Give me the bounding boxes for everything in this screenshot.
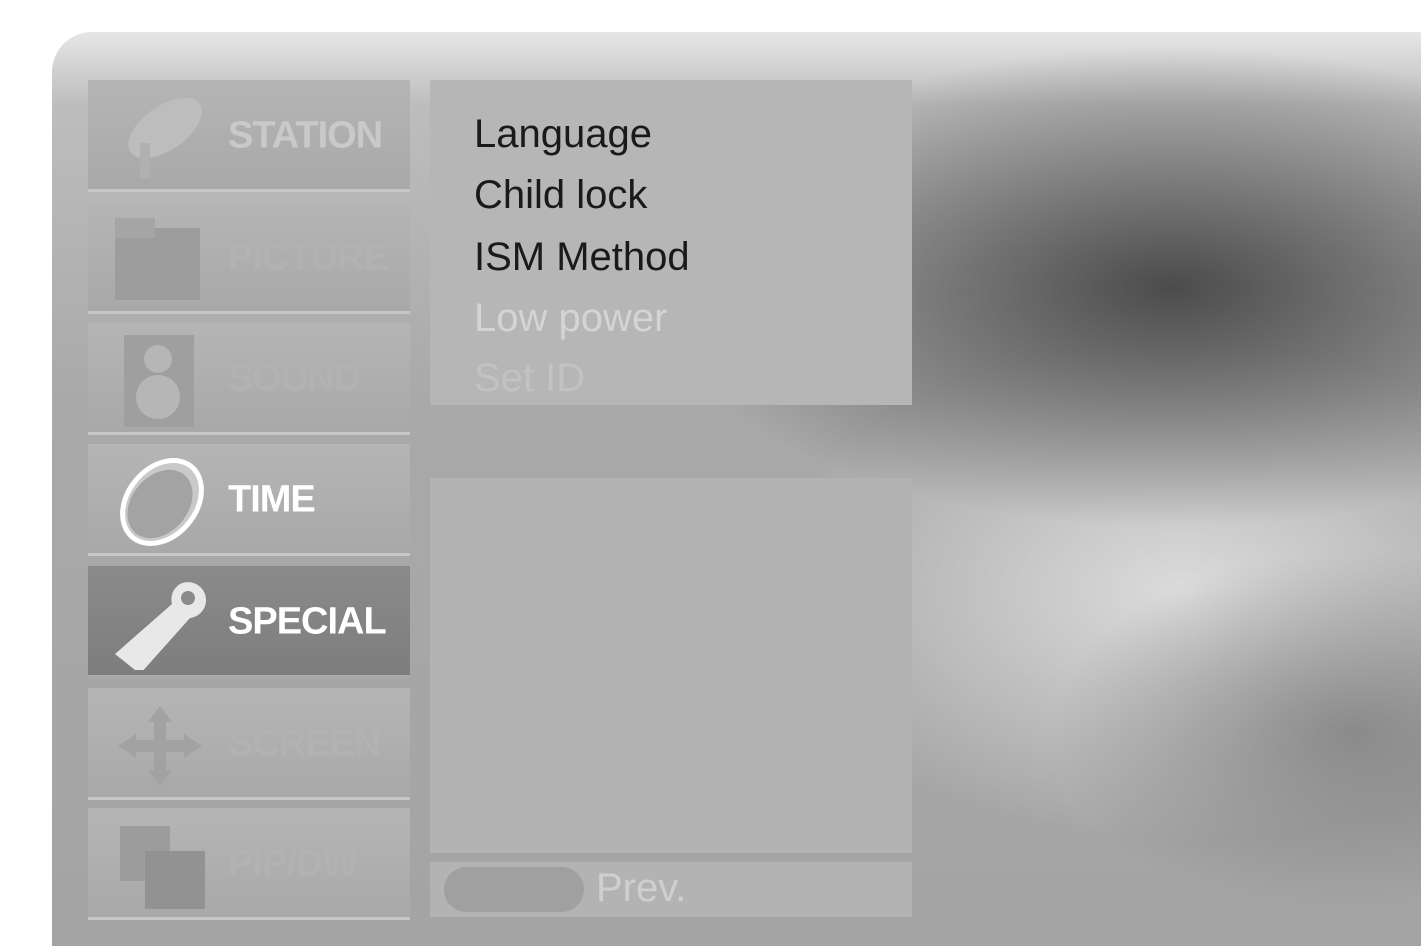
option-low-power[interactable]: Low power <box>474 296 667 341</box>
option-ism-method[interactable]: ISM Method <box>474 235 690 280</box>
menu-item-label: SPECIAL <box>228 600 387 643</box>
prev-label: Prev. <box>596 866 687 910</box>
menu-item-sound[interactable]: SOUND <box>88 323 410 435</box>
bottom-bar: Prev. <box>430 862 912 917</box>
menu-item-special[interactable]: SPECIAL <box>88 566 410 678</box>
special-tag-icon <box>115 582 206 670</box>
option-child-lock[interactable]: Child lock <box>474 173 647 218</box>
option-language[interactable]: Language <box>474 112 652 157</box>
menu-item-label: PICTURE <box>228 236 389 279</box>
menu-item-label: STATION <box>228 114 383 157</box>
picture-icon <box>115 218 200 300</box>
menu-item-screen[interactable]: SCREEN <box>88 688 410 800</box>
menu-item-station[interactable]: STATION <box>88 80 410 192</box>
special-submenu: Language Child lock ISM Method Low power… <box>430 80 912 405</box>
menu-item-time[interactable]: TIME <box>88 444 410 556</box>
menu-item-label: SOUND <box>228 357 361 400</box>
clock-icon <box>120 458 204 546</box>
menu-item-label: SCREEN <box>228 722 381 765</box>
info-box <box>430 478 912 853</box>
menu-item-pip-dw[interactable]: PIP/DW <box>88 808 410 920</box>
satellite-dish-icon <box>128 97 202 178</box>
prev-button[interactable] <box>444 867 584 912</box>
pip-icon <box>120 826 205 909</box>
option-set-id[interactable]: Set ID <box>474 356 585 401</box>
menu-item-label: TIME <box>228 478 316 521</box>
speaker-icon <box>124 335 194 427</box>
menu-item-label: PIP/DW <box>228 842 358 885</box>
screen-arrows-icon <box>118 706 202 786</box>
menu-item-picture[interactable]: PICTURE <box>88 202 410 314</box>
